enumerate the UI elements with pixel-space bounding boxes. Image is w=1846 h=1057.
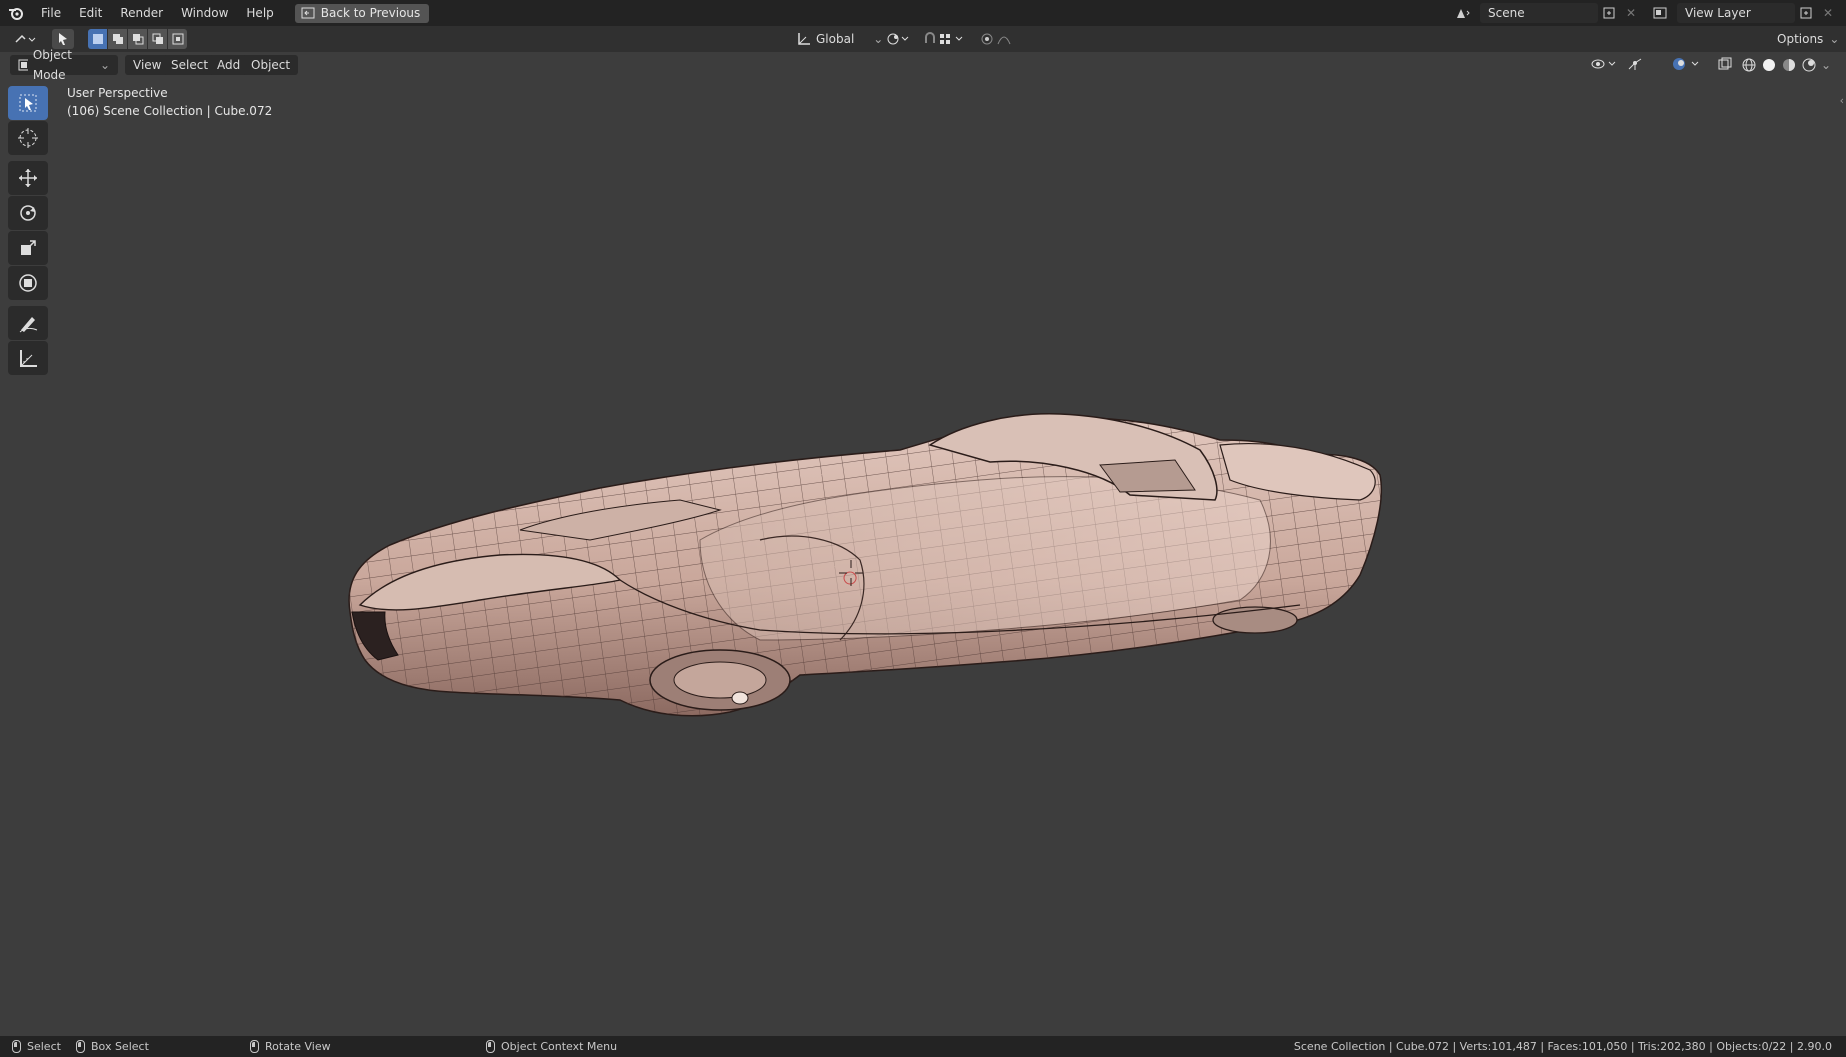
measure-tool-icon[interactable]: [8, 341, 48, 375]
chevron-down-icon: ⌄: [99, 58, 110, 72]
mouse-left-icon: [12, 1040, 21, 1053]
shading-options-chevron-icon[interactable]: ⌄: [1820, 57, 1832, 73]
back-to-previous-button[interactable]: Back to Previous: [294, 3, 430, 23]
view-layer-selector: View Layer ✕: [1649, 3, 1839, 23]
annotate-tool-icon[interactable]: [8, 306, 48, 340]
menu-file[interactable]: File: [32, 0, 70, 26]
menu-window[interactable]: Window: [172, 0, 237, 26]
object-mode-dropdown[interactable]: Object Mode ⌄: [10, 48, 118, 82]
back-to-previous-label: Back to Previous: [320, 6, 421, 20]
mouse-middle-icon: [250, 1040, 259, 1053]
status-select-hint: Select: [12, 1036, 61, 1057]
car-mesh-object[interactable]: [0, 0, 1846, 1057]
status-box-select-label: Box Select: [91, 1040, 149, 1053]
wireframe-shading-icon[interactable]: [1740, 57, 1758, 73]
new-scene-icon[interactable]: [1598, 3, 1620, 23]
xray-toggle-icon[interactable]: [1716, 56, 1734, 72]
object-mode-label: Object Mode: [32, 48, 72, 82]
status-scene-stats: Scene Collection | Cube.072 | Verts:101,…: [1293, 1040, 1832, 1053]
viewport-header: Object Mode ⌄ View Select Add Object ⌄: [0, 48, 1846, 82]
mouse-drag-icon: [76, 1040, 85, 1053]
menu-render[interactable]: Render: [111, 0, 172, 26]
proportional-editing-icon[interactable]: [978, 29, 1026, 49]
overlays-toggle-icon[interactable]: [1670, 56, 1704, 72]
pivot-point-icon[interactable]: [883, 29, 913, 49]
orientation-label: Global: [816, 32, 855, 46]
gizmo-toggle-icon[interactable]: [1626, 56, 1644, 72]
chevron-down-icon: ⌄: [1829, 32, 1840, 46]
transform-tool-icon[interactable]: [8, 266, 48, 300]
rotate-tool-icon[interactable]: [8, 196, 48, 230]
sidebar-toggle-icon[interactable]: ‹: [1840, 94, 1844, 107]
options-dropdown[interactable]: Options ⌄: [1777, 29, 1839, 49]
object-mode-icon: [18, 59, 28, 71]
status-select-label: Select: [27, 1040, 61, 1053]
rendered-shading-icon[interactable]: [1800, 57, 1818, 73]
status-context-menu-label: Object Context Menu: [501, 1040, 618, 1053]
viewport-collection-info: (106) Scene Collection | Cube.072: [67, 104, 273, 118]
chevron-down-icon: ⌄: [873, 32, 884, 46]
object-menu[interactable]: Object: [243, 55, 299, 75]
invert-selection-icon[interactable]: [148, 29, 167, 49]
scene-selector: Scene ✕: [1452, 3, 1642, 23]
visibility-selectability-icon[interactable]: [1589, 56, 1619, 72]
toolbar-panel: [8, 86, 50, 376]
shading-mode-group: ⌄: [1740, 57, 1832, 73]
scene-icon[interactable]: [1452, 3, 1474, 23]
view-layer-name-field[interactable]: View Layer: [1677, 3, 1795, 23]
move-tool-icon[interactable]: [8, 161, 48, 195]
selection-mode-group: [88, 29, 187, 49]
new-view-layer-icon[interactable]: [1795, 3, 1817, 23]
mouse-right-icon: [486, 1040, 495, 1053]
material-preview-shading-icon[interactable]: [1780, 57, 1798, 73]
status-context-menu-hint: Object Context Menu: [486, 1036, 617, 1057]
tool-settings-bar: Global ⌄ Options ⌄: [0, 26, 1846, 52]
snap-toggle-icon[interactable]: [922, 29, 970, 49]
delete-scene-icon[interactable]: ✕: [1620, 3, 1642, 23]
status-rotate-view-hint: Rotate View: [250, 1036, 331, 1057]
select-box-tool-icon[interactable]: [8, 86, 48, 120]
menu-edit[interactable]: Edit: [70, 0, 111, 26]
status-box-select-hint: Box Select: [76, 1036, 149, 1057]
status-bar: Select Box Select Rotate View Object Con…: [0, 1036, 1846, 1057]
status-rotate-view-label: Rotate View: [265, 1040, 331, 1053]
viewport-perspective-label: User Perspective: [67, 86, 168, 100]
orientation-icon: [798, 33, 810, 45]
intersect-selection-icon[interactable]: [168, 29, 187, 49]
scale-tool-icon[interactable]: [8, 231, 48, 265]
view-layer-icon[interactable]: [1649, 3, 1671, 23]
solid-shading-icon[interactable]: [1760, 57, 1778, 73]
scene-name-field[interactable]: Scene: [1480, 3, 1598, 23]
transform-orientation-dropdown[interactable]: Global ⌄: [797, 29, 883, 49]
top-menu-bar: File Edit Render Window Help Back to Pre…: [0, 0, 1846, 26]
subtract-selection-icon[interactable]: [128, 29, 147, 49]
delete-view-layer-icon[interactable]: ✕: [1817, 3, 1839, 23]
car-body: [348, 413, 1383, 717]
cursor-tool-icon[interactable]: [8, 121, 48, 155]
extend-selection-icon[interactable]: [108, 29, 127, 49]
menu-help[interactable]: Help: [237, 0, 282, 26]
back-icon: [301, 7, 315, 19]
options-label: Options: [1777, 32, 1824, 46]
blender-logo-icon[interactable]: [0, 0, 32, 26]
